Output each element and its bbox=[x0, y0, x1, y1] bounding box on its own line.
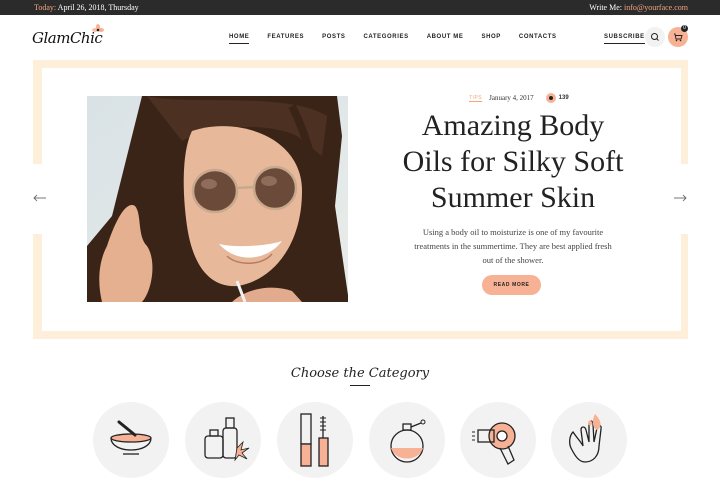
nav-features[interactable]: FEATURES bbox=[267, 34, 304, 44]
category-nails[interactable] bbox=[551, 402, 627, 478]
post-views: 139 bbox=[545, 93, 569, 103]
nav-shop[interactable]: SHOP bbox=[482, 34, 501, 44]
site-header: GlamChic HOME FEATURES POSTS CATEGORIES … bbox=[0, 15, 720, 60]
main-nav: HOME FEATURES POSTS CATEGORIES ABOUT ME … bbox=[229, 34, 575, 44]
post-title-line-1: Amazing Body bbox=[421, 109, 605, 142]
prev-slide-arrow-icon[interactable] bbox=[33, 192, 47, 204]
post-meta: TIPS January 4, 2017 139 bbox=[469, 93, 569, 103]
nav-contacts[interactable]: CONTACTS bbox=[519, 34, 557, 44]
next-slide-arrow-icon[interactable] bbox=[673, 192, 687, 204]
category-section-title: Choose the Category bbox=[290, 366, 430, 381]
hair-dryer-icon bbox=[472, 422, 516, 465]
nav-about-me[interactable]: ABOUT ME bbox=[427, 34, 464, 44]
cart-count-badge: 0 bbox=[681, 25, 688, 32]
post-category-tag[interactable]: TIPS bbox=[469, 95, 483, 102]
read-more-button[interactable]: READ MORE bbox=[482, 275, 541, 295]
post-title[interactable]: Amazing Body Oils for Silky Soft Summer … bbox=[388, 108, 638, 216]
category-makeup[interactable] bbox=[277, 402, 353, 478]
nav-posts[interactable]: POSTS bbox=[322, 34, 345, 44]
eye-icon bbox=[545, 93, 556, 103]
email-link[interactable]: info@yourface.com bbox=[624, 3, 688, 12]
write-me-label: Write Me: bbox=[589, 3, 622, 12]
mascara-icon bbox=[300, 413, 329, 467]
today-value: April 26, 2018, Thursday bbox=[57, 3, 139, 12]
subscribe-link[interactable]: SUBSCRIBE bbox=[604, 34, 645, 44]
contact-info: Write Me: info@yourface.com bbox=[589, 3, 688, 12]
title-underline bbox=[350, 385, 370, 386]
featured-post-image[interactable] bbox=[87, 96, 348, 302]
post-excerpt: Using a body oil to moisturize is one of… bbox=[414, 227, 612, 265]
post-title-line-3: Summer Skin bbox=[430, 181, 596, 214]
post-date: January 4, 2017 bbox=[489, 94, 534, 102]
views-count: 139 bbox=[558, 95, 569, 101]
nav-home[interactable]: HOME bbox=[229, 34, 250, 44]
today-label: Today: bbox=[34, 3, 57, 12]
perfume-icon bbox=[390, 419, 426, 463]
logo-flower-icon bbox=[92, 24, 104, 32]
manicure-hand-icon bbox=[569, 414, 602, 463]
category-hair[interactable] bbox=[460, 402, 536, 478]
category-mortar-pestle[interactable] bbox=[93, 402, 169, 478]
today-info: Today: April 26, 2018, Thursday bbox=[34, 3, 139, 12]
post-title-line-2: Oils for Silky Soft bbox=[402, 145, 624, 178]
category-perfume[interactable] bbox=[369, 402, 445, 478]
search-icon bbox=[651, 33, 659, 41]
search-button[interactable] bbox=[645, 27, 665, 47]
top-bar: Today: April 26, 2018, Thursday Write Me… bbox=[0, 0, 720, 15]
oil-bottles-icon bbox=[204, 417, 250, 462]
nav-categories[interactable]: CATEGORIES bbox=[363, 34, 408, 44]
category-oils[interactable] bbox=[185, 402, 261, 478]
mortar-pestle-icon bbox=[110, 420, 152, 455]
